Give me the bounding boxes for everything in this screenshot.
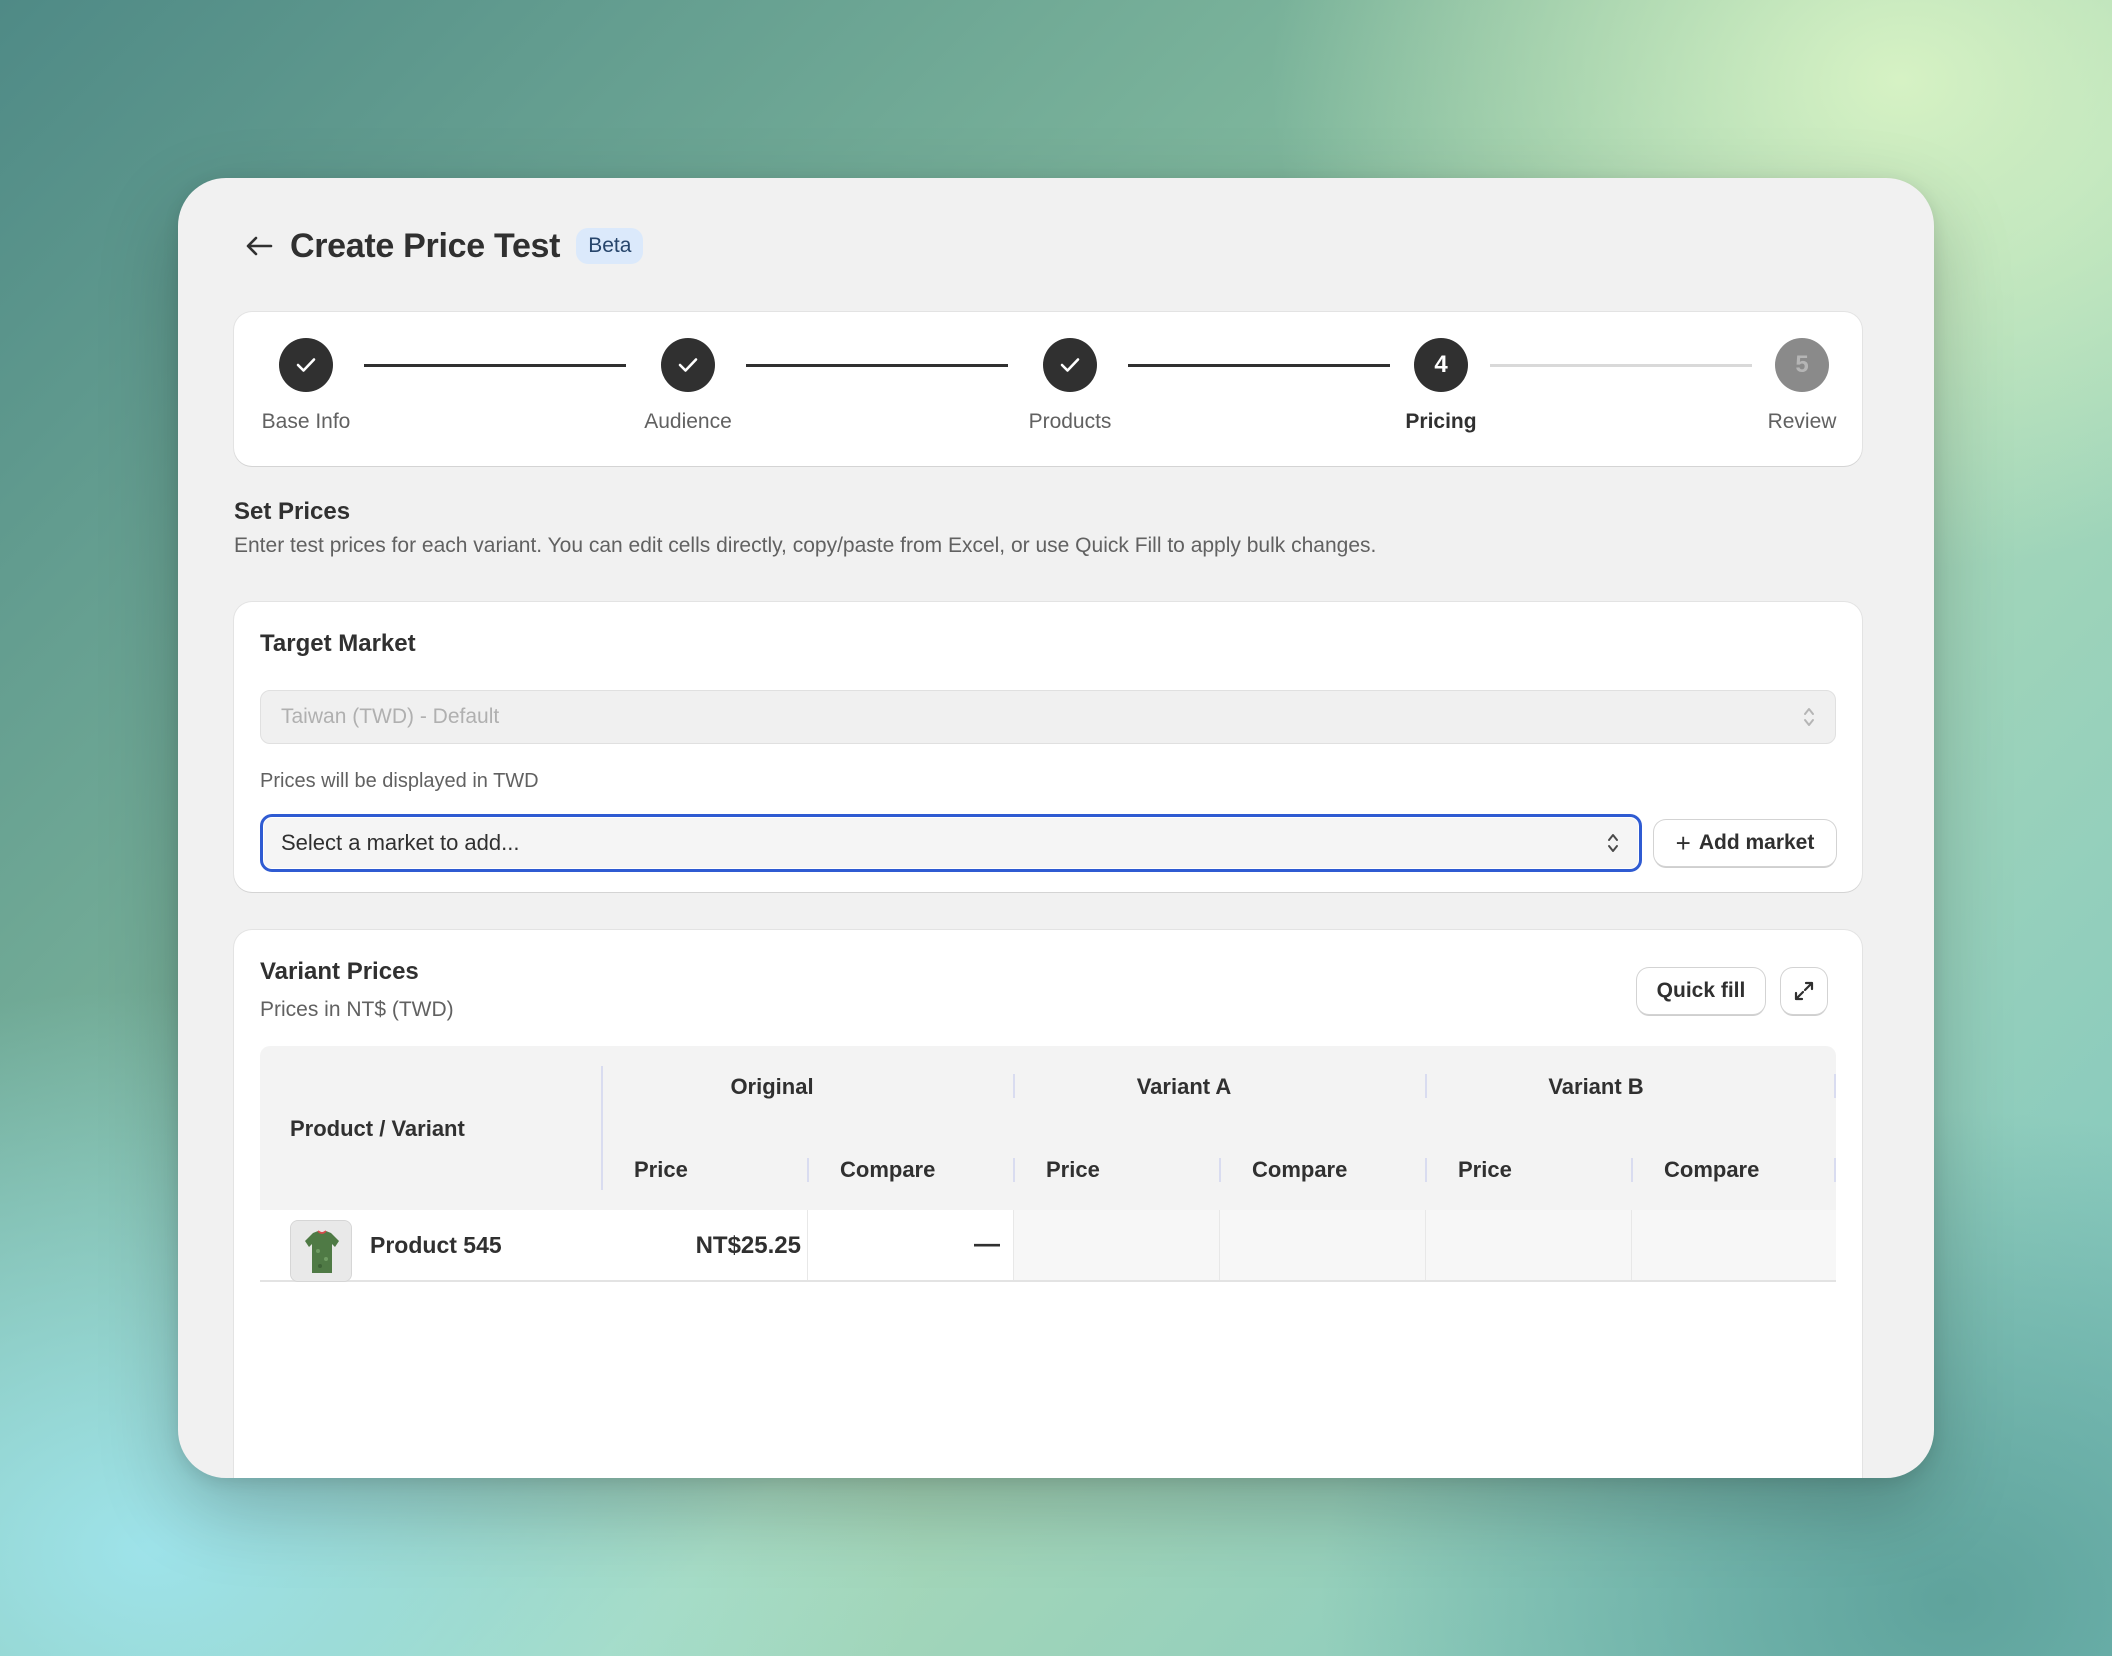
set-prices-title: Set Prices (234, 498, 351, 525)
column-divider (1013, 1074, 1015, 1098)
step-connector (746, 364, 1008, 367)
product-thumbnail (290, 1220, 352, 1282)
step-label-review: Review (1767, 410, 1837, 433)
column-divider (1219, 1158, 1221, 1182)
select-chevron-icon (1605, 829, 1621, 857)
column-divider (1425, 1074, 1427, 1098)
step-connector (1128, 364, 1390, 367)
step-label-base-info: Base Info (261, 410, 351, 433)
page-header: Create Price Test Beta (242, 222, 644, 270)
plus-icon: + (1675, 828, 1691, 858)
column-divider (1631, 1158, 1633, 1182)
subheader-variant-b-price: Price (1458, 1157, 1512, 1182)
add-market-placeholder: Select a market to add... (281, 830, 520, 855)
app-window: Create Price Test Beta Base Info Audienc… (178, 178, 1934, 1478)
default-market-select: Taiwan (TWD) - Default (260, 690, 1836, 744)
step-label-pricing: Pricing (1405, 410, 1477, 433)
variant-prices-card: Variant Prices Prices in NT$ (TWD) Quick… (234, 930, 1862, 1478)
group-header-original: Original (730, 1074, 814, 1099)
original-compare-cell[interactable]: — (974, 1228, 1000, 1259)
cell-divider (1013, 1210, 1014, 1280)
column-divider (1834, 1158, 1836, 1182)
table-row: Product 545 NT$25.25 — (260, 1210, 1836, 1282)
add-market-select[interactable]: Select a market to add... (260, 814, 1642, 872)
variant-prices-subtitle: Prices in NT$ (TWD) (260, 998, 454, 1021)
step-base-info-check-icon[interactable] (279, 338, 333, 392)
subheader-variant-a-price: Price (1046, 1157, 1100, 1182)
select-chevron-icon (1801, 703, 1817, 731)
subheader-original-compare: Compare (840, 1157, 936, 1182)
quick-fill-button[interactable]: Quick fill (1637, 968, 1765, 1014)
beta-badge: Beta (576, 228, 644, 264)
subheader-variant-a-compare: Compare (1252, 1157, 1348, 1182)
page-title: Create Price Test (290, 226, 561, 265)
column-header-product: Product / Variant (290, 1116, 465, 1141)
column-divider (1013, 1158, 1015, 1182)
step-review-number[interactable]: 5 (1775, 338, 1829, 392)
target-market-title: Target Market (260, 630, 416, 657)
cell-divider (1425, 1210, 1426, 1280)
column-divider (601, 1066, 603, 1190)
table-header: Product / Variant Original Variant A Var… (260, 1046, 1836, 1210)
step-label-products: Products (1028, 410, 1112, 433)
cell-divider (1219, 1210, 1220, 1280)
step-audience-check-icon[interactable] (661, 338, 715, 392)
expand-icon[interactable] (1781, 968, 1827, 1014)
add-market-button[interactable]: + Add market (1654, 820, 1836, 866)
column-divider (807, 1158, 809, 1182)
subheader-variant-b-compare: Compare (1664, 1157, 1760, 1182)
step-products-check-icon[interactable] (1043, 338, 1097, 392)
default-market-value: Taiwan (TWD) - Default (281, 705, 500, 728)
subheader-original-price: Price (634, 1157, 688, 1182)
currency-help-text: Prices will be displayed in TWD (260, 770, 539, 792)
group-header-variant-a: Variant A (1136, 1074, 1232, 1099)
step-connector (364, 364, 626, 367)
step-pricing-number[interactable]: 4 (1414, 338, 1468, 392)
step-label-audience: Audience (644, 410, 732, 433)
target-market-card: Target Market Taiwan (TWD) - Default Pri… (234, 602, 1862, 892)
set-prices-description: Enter test prices for each variant. You … (234, 534, 1377, 557)
column-divider (1425, 1158, 1427, 1182)
cell-divider (1631, 1210, 1632, 1280)
cell-divider (807, 1210, 808, 1280)
product-name: Product 545 (370, 1232, 502, 1258)
variant-prices-table: Product / Variant Original Variant A Var… (260, 1046, 1836, 1282)
group-header-variant-b: Variant B (1548, 1074, 1644, 1099)
progress-stepper: Base Info Audience Products 4 Pricing 5 … (234, 312, 1862, 466)
original-price-cell[interactable]: NT$25.25 (696, 1232, 801, 1260)
column-divider (1834, 1074, 1836, 1098)
step-connector (1490, 364, 1752, 367)
add-market-label: Add market (1698, 831, 1815, 854)
back-arrow-icon[interactable] (242, 229, 276, 263)
variant-prices-title: Variant Prices (260, 958, 419, 985)
